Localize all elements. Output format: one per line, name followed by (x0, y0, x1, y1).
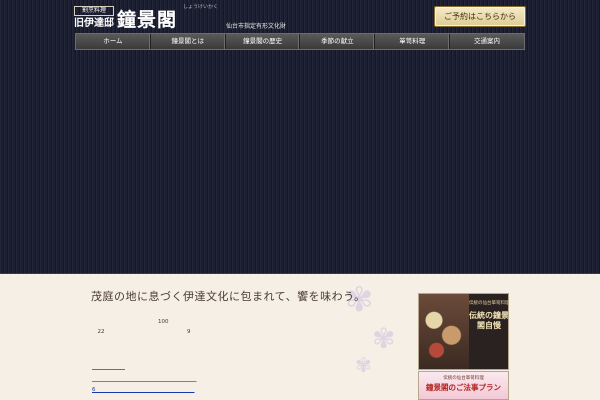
nav-history[interactable]: 鐘景閣の歴史 (226, 34, 301, 49)
nav-tansu-cuisine[interactable]: 箪笥料理 (375, 34, 451, 49)
nav-about[interactable]: 鐘景閣とは (151, 34, 226, 49)
banner-title: 伝統の鐘景閣自慢 (469, 310, 509, 330)
intro-paragraph-line (92, 338, 397, 347)
logo-category: 割烹料理 (74, 6, 114, 16)
main-content: ✾ ✾ ✾ 茂庭の地に息づく伊達文化に包まれて、饗を味わう。 100 22 9 … (0, 275, 600, 400)
nav-home[interactable]: ホーム (76, 34, 151, 49)
logo-tagline: 仙台市指定有形文化財 (226, 23, 287, 30)
main-navigation: ホーム 鐘景閣とは 鐘景閣の歴史 季節の献立 箪笥料理 交通案内 (75, 33, 525, 50)
news-link[interactable] (92, 396, 392, 400)
logo-old-residence: 旧伊達邸 (74, 18, 114, 29)
nav-seasonal-menu[interactable]: 季節の献立 (300, 34, 376, 49)
memorial-plan-banner[interactable]: 伝統の仙台箪笥料理 鐘景閣のご法事プラン (418, 371, 509, 400)
logo-name: 鐘景閣 (117, 9, 178, 31)
page-headline: 茂庭の地に息づく伊達文化に包まれて、饗を味わう。 (91, 290, 366, 303)
nav-access[interactable]: 交通案内 (450, 34, 524, 49)
news-link[interactable] (92, 363, 392, 371)
intro-paragraph-line: 22 9 (92, 329, 296, 335)
dish-photo (419, 294, 469, 369)
intro-paragraph-line: 100 (92, 319, 296, 325)
banner-title: 鐘景閣のご法事プラン (426, 383, 501, 392)
reservation-button[interactable]: ご予約はこちらから (434, 6, 526, 27)
specialty-banner[interactable]: 伝統の仙台箪笥料理 伝統の鐘景閣自慢 (418, 293, 509, 370)
hero-banner: 割烹料理 旧伊達邸 しょうけいかく 鐘景閣 仙台市指定有形文化財 ご予約はこちら… (0, 0, 600, 274)
news-link[interactable] (92, 375, 392, 383)
site-logo[interactable]: 割烹料理 旧伊達邸 しょうけいかく 鐘景閣 仙台市指定有形文化財 (74, 4, 286, 32)
banner-subtitle: 伝統の仙台箪笥料理 (443, 376, 484, 381)
banner-subtitle: 伝統の仙台箪笥料理 (469, 301, 509, 306)
news-link[interactable]: 6 (92, 386, 392, 394)
